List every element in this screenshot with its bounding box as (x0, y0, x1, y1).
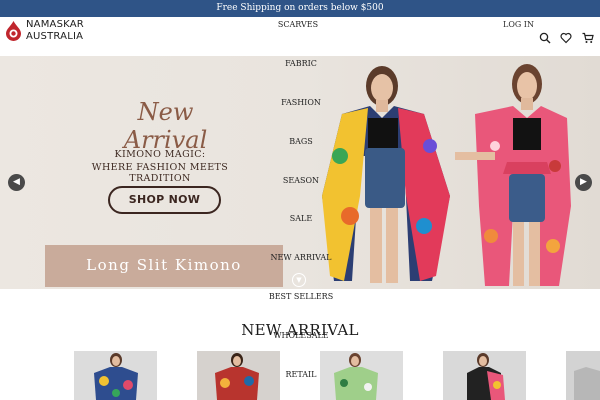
lotus-drop-icon (6, 21, 21, 41)
product-card[interactable] (197, 351, 280, 400)
nav-item-scarves[interactable]: SCARVES (253, 20, 343, 29)
product-image (320, 351, 403, 400)
product-image (197, 351, 280, 400)
wishlist-heart-icon[interactable] (560, 32, 572, 44)
scroll-down-icon[interactable]: ▼ (292, 273, 306, 287)
product-image (566, 351, 600, 400)
search-icon[interactable] (539, 32, 551, 44)
nav-item-sale[interactable]: SALE (256, 214, 346, 223)
brand-name-line2: AUSTRALIA (26, 31, 84, 42)
chevron-right-icon: ▶ (580, 177, 587, 187)
announcement-text: Free Shipping on orders below $500 (216, 3, 384, 13)
brand-name-line1: NAMASKAR (26, 19, 84, 30)
carousel-next-button[interactable]: ▶ (575, 174, 592, 191)
nav-item-new-arrival[interactable]: NEW ARRIVAL (256, 253, 346, 262)
product-image (443, 351, 526, 400)
chevron-left-icon: ◀ (13, 177, 20, 187)
cart-icon[interactable] (582, 32, 594, 44)
nav-item-fabric[interactable]: FABRIC (256, 59, 346, 68)
product-card[interactable] (443, 351, 526, 400)
nav-item-best-sellers[interactable]: BEST SELLERS (256, 292, 346, 301)
section-title: NEW ARRIVAL (241, 321, 359, 339)
hero-script-title: New Arrival (123, 98, 208, 154)
announcement-bar: Free Shipping on orders below $500 (0, 0, 600, 17)
product-card[interactable] (566, 351, 600, 400)
hero-caption-text: Long Slit Kimono (86, 256, 242, 274)
hero-subtitle-line2: WHERE FASHION MEETS TRADITION (91, 162, 229, 184)
hero-caption-box[interactable]: Long Slit Kimono (45, 245, 283, 287)
product-image (74, 351, 157, 400)
nav-item-fashion[interactable]: FASHION (256, 98, 346, 107)
product-card[interactable] (320, 351, 403, 400)
shop-now-button[interactable]: SHOP NOW (108, 186, 221, 214)
carousel-prev-button[interactable]: ◀ (8, 174, 25, 191)
brand-logo[interactable]: NAMASKAR AUSTRALIA (5, 18, 95, 46)
hero-subtitle-line1: KIMONO MAGIC: (114, 149, 206, 160)
hero-model-image-2 (455, 64, 571, 286)
nav-item-season[interactable]: SEASON (256, 176, 346, 185)
product-card[interactable] (74, 351, 157, 400)
nav-item-bags[interactable]: BAGS (256, 137, 346, 146)
login-link[interactable]: LOG IN (503, 20, 534, 29)
